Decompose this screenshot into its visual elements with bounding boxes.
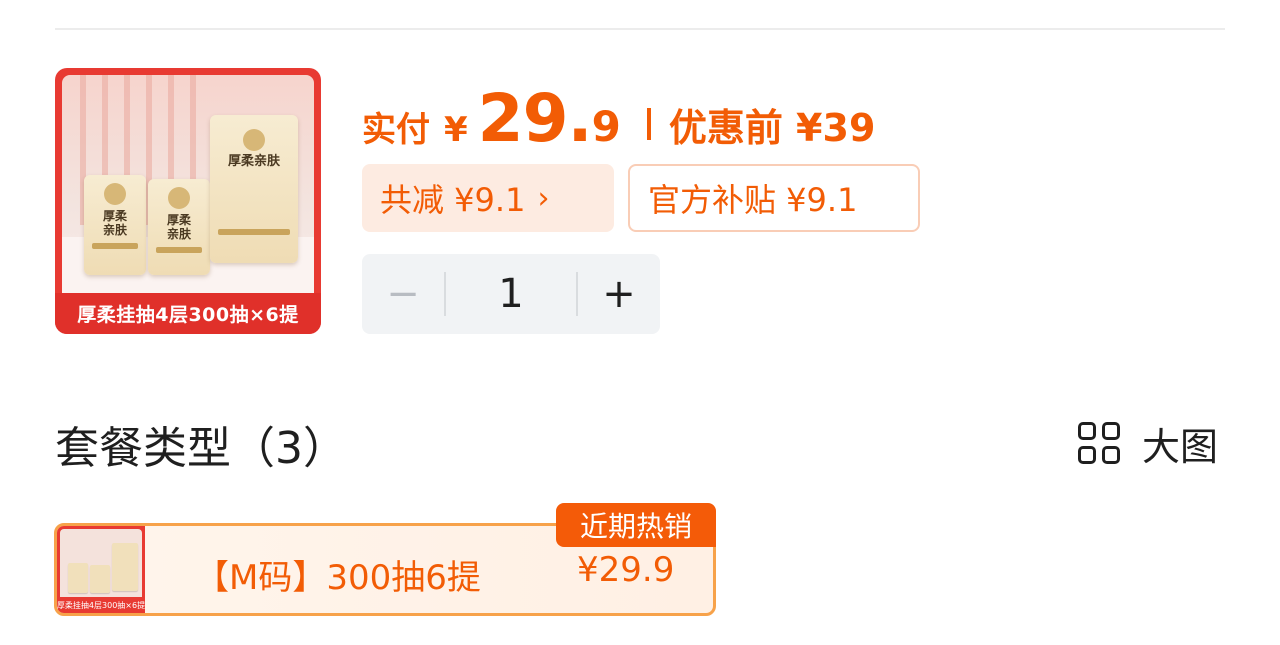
price-separator [646, 108, 651, 140]
original-price: 优惠前 ¥39 [668, 106, 876, 150]
product-image-caption: 厚柔挂抽4层300抽×6提 [55, 293, 321, 334]
pack-brand-text: 厚柔亲肤 [227, 154, 280, 169]
package-type-title: 套餐类型（3） [55, 423, 347, 474]
package-option-label: 【M码】300抽6提 [195, 558, 481, 598]
top-divider [55, 28, 1225, 30]
total-discount-text: 共减 ¥9.1 [380, 181, 526, 219]
official-subsidy-chip: 官方补贴 ¥9.1 [628, 164, 920, 232]
currency-symbol: ¥ [444, 110, 468, 150]
thumbnail-caption: 厚柔挂抽4层300抽×6提 [57, 600, 145, 610]
large-image-view-toggle[interactable]: 大图 [1077, 416, 1218, 471]
decrease-quantity-button[interactable]: − [362, 271, 444, 317]
paid-price-decimal: 9 [591, 102, 621, 151]
package-option-thumbnail: 厚柔挂抽4层300抽×6提 [57, 526, 145, 613]
package-option-price: ¥29.9 [577, 550, 675, 590]
paid-price-integer: 29. [477, 80, 593, 157]
chevron-right-icon: › [537, 180, 550, 216]
total-discount-chip[interactable]: 共减 ¥9.1 › [362, 164, 614, 232]
grid-view-icon [1077, 421, 1122, 466]
increase-quantity-button[interactable]: + [578, 271, 660, 317]
product-photo-scene: 厚柔 亲肤 厚柔 亲肤 厚柔亲肤 [62, 75, 314, 293]
price-row: 实付 ¥ 29. 9 优惠前 ¥39 [362, 80, 875, 160]
official-subsidy-text: 官方补贴 ¥9.1 [648, 181, 858, 219]
view-toggle-label: 大图 [1141, 425, 1218, 469]
quantity-value[interactable]: 1 [446, 271, 576, 317]
product-image[interactable]: 厚柔 亲肤 厚柔 亲肤 厚柔亲肤 厚柔挂抽4层300抽×6提 [55, 68, 321, 334]
hot-selling-badge: 近期热销 [556, 503, 716, 547]
quantity-stepper: − 1 + [362, 254, 660, 334]
paid-label: 实付 [362, 110, 430, 150]
